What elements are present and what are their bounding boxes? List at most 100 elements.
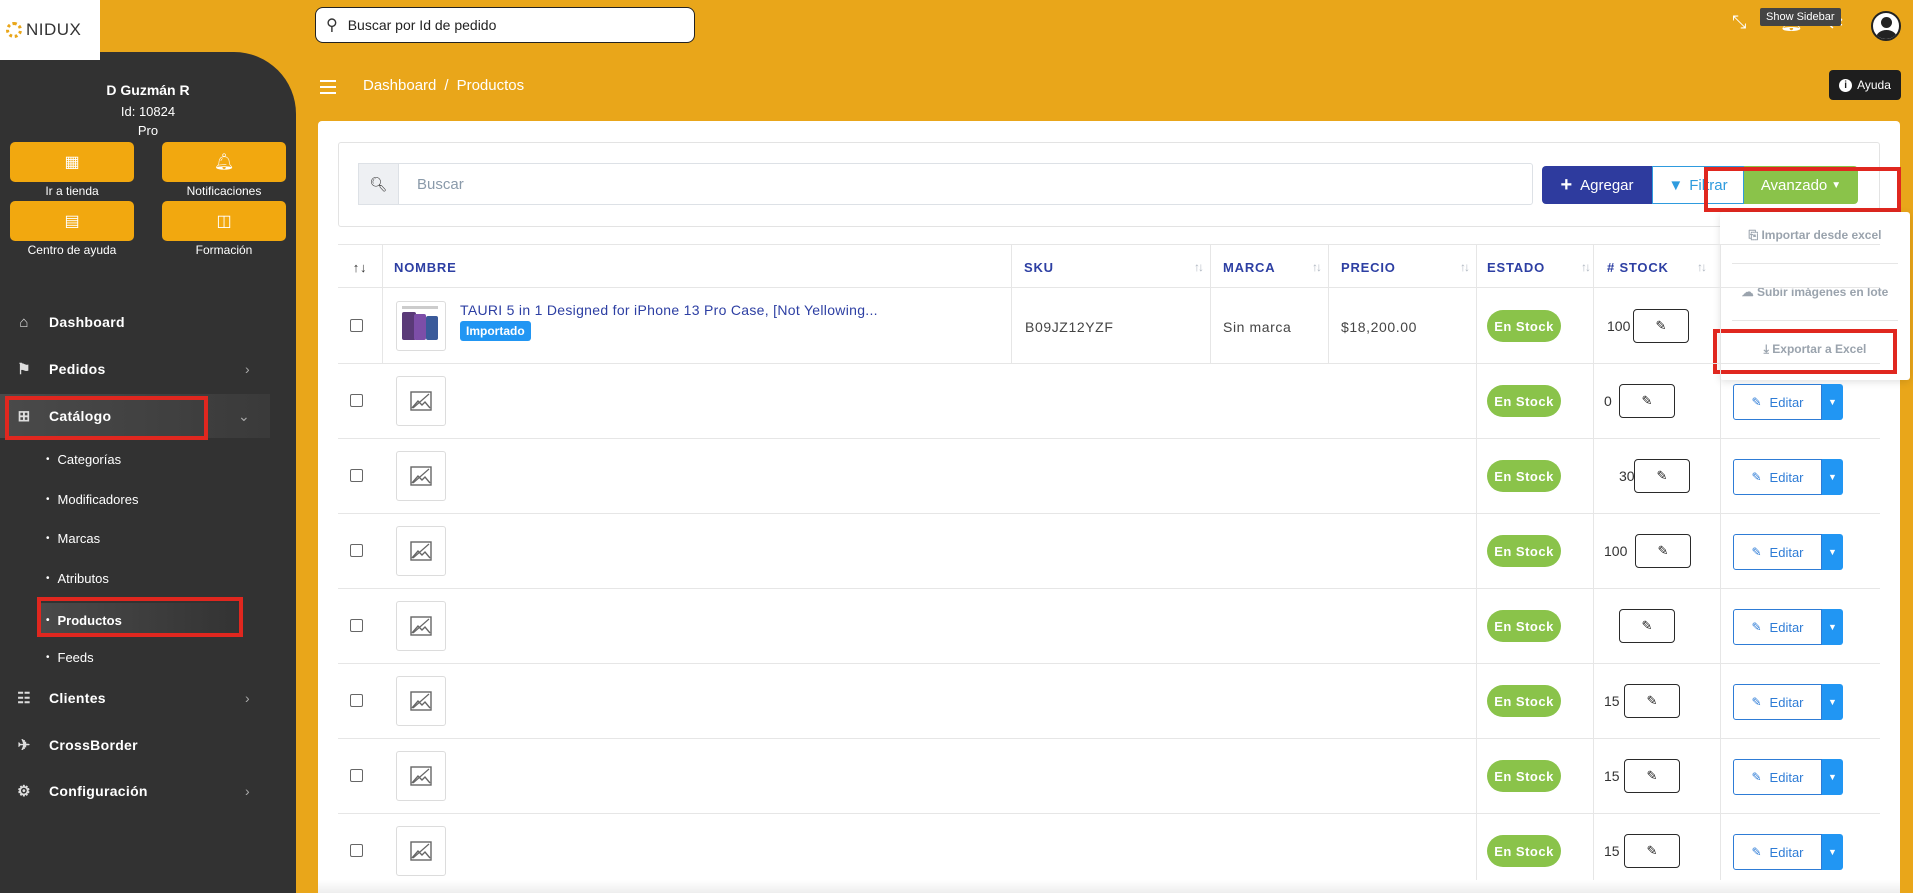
user-name: D Guzmán R — [106, 82, 190, 98]
breadcrumb-current: Productos — [456, 77, 525, 94]
stock-edit-button[interactable]: ✎ — [1633, 309, 1689, 343]
sort-icon: ↑↓ — [1581, 260, 1591, 274]
table-row: En Stock 0 ✎ ✎ Editar ▼ — [338, 364, 1880, 439]
pencil-icon: ✎ — [1656, 468, 1668, 483]
search-button[interactable]: 🔍︎ — [358, 163, 398, 205]
status-badge: En Stock — [1487, 535, 1561, 567]
nav-clientes[interactable]: ☷ Clientes › — [0, 676, 270, 720]
row-checkbox[interactable] — [350, 769, 363, 782]
status-badge: En Stock — [1487, 310, 1561, 342]
nav-configuracion[interactable]: ⚙ Configuración › — [0, 769, 270, 813]
nav-dashboard[interactable]: ⌂ Dashboard — [0, 300, 270, 344]
product-search-input[interactable]: Buscar — [398, 163, 1533, 205]
stock-edit-button[interactable]: ✎ — [1624, 684, 1680, 718]
edit-dropdown-toggle[interactable]: ▼ — [1822, 759, 1843, 795]
user-plan: Pro — [137, 123, 159, 138]
stock-edit-button[interactable]: ✎ — [1619, 384, 1675, 418]
nav-pedidos-label: Pedidos — [49, 361, 106, 377]
help-button[interactable]: i Ayuda — [1829, 70, 1901, 100]
header-price[interactable]: PRECIO ↑↓ — [1341, 245, 1476, 289]
order-search-placeholder: Buscar por Id de pedido — [347, 17, 497, 33]
row-checkbox[interactable] — [350, 694, 363, 707]
image-placeholder-icon — [410, 841, 432, 861]
filter-button[interactable]: ▼ Filtrar — [1652, 166, 1744, 204]
row-checkbox[interactable] — [350, 319, 363, 332]
sub-feeds[interactable]: • Feeds — [46, 644, 94, 670]
show-sidebar-tooltip: Show Sidebar — [1760, 8, 1841, 26]
sub-productos[interactable]: • Productos — [40, 603, 240, 637]
row-checkbox[interactable] — [350, 544, 363, 557]
header-status[interactable]: ESTADO ↑↓ — [1487, 245, 1597, 289]
advanced-button[interactable]: Avanzado ▼ — [1744, 166, 1858, 204]
image-placeholder-icon — [410, 766, 432, 786]
edit-button[interactable]: ✎ Editar — [1733, 684, 1822, 720]
row-checkbox[interactable] — [350, 469, 363, 482]
compress-icon[interactable]: ⤡ — [1732, 12, 1746, 33]
product-search-placeholder: Buscar — [417, 175, 464, 193]
avatar[interactable] — [1871, 11, 1901, 41]
pencil-icon: ✎ — [1751, 695, 1762, 709]
edit-button[interactable]: ✎ Editar — [1733, 609, 1822, 645]
edit-dropdown-toggle[interactable]: ▼ — [1822, 459, 1843, 495]
header-stock[interactable]: # STOCK ↑↓ — [1607, 245, 1713, 289]
edit-button[interactable]: ✎ Editar — [1733, 384, 1822, 420]
notifications-button[interactable]: 🔔︎ — [162, 142, 286, 182]
caret-down-icon: ▼ — [1828, 547, 1837, 557]
menu-toggle-icon[interactable] — [320, 80, 336, 98]
edit-dropdown-toggle[interactable]: ▼ — [1822, 834, 1843, 870]
edit-dropdown-toggle[interactable]: ▼ — [1822, 534, 1843, 570]
edit-button[interactable]: ✎ Editar — [1733, 534, 1822, 570]
store-label: Ir a tienda — [45, 184, 99, 198]
edit-button[interactable]: ✎ Editar — [1733, 759, 1822, 795]
book-icon: ▤ — [64, 213, 80, 230]
header-stock-label: # STOCK — [1607, 259, 1669, 275]
store-button[interactable]: ▦ — [10, 142, 134, 182]
sort-toggle[interactable]: ↑↓ — [338, 245, 382, 289]
caret-down-icon: ▼ — [1828, 397, 1837, 407]
imported-tag: Importado — [460, 321, 531, 341]
edit-label: Editar — [1769, 619, 1804, 635]
training-button[interactable]: ◫ — [162, 201, 286, 241]
caret-down-icon: ▼ — [1828, 772, 1837, 782]
sub-marcas[interactable]: • Marcas — [46, 525, 100, 551]
search-icon: ⚲ — [326, 17, 338, 34]
sub-categorias[interactable]: • Categorías — [46, 446, 121, 472]
edit-label: Editar — [1769, 844, 1804, 860]
home-icon: ⌂ — [19, 313, 29, 331]
help-center-button[interactable]: ▤ — [10, 201, 134, 241]
status-badge: En Stock — [1487, 835, 1561, 867]
nav-catalogo[interactable]: ⊞ Catálogo ⌄ — [0, 394, 270, 438]
row-checkbox[interactable] — [350, 394, 363, 407]
edit-dropdown-toggle[interactable]: ▼ — [1822, 684, 1843, 720]
row-checkbox[interactable] — [350, 619, 363, 632]
edit-label: Editar — [1769, 469, 1804, 485]
edit-dropdown-toggle[interactable]: ▼ — [1822, 609, 1843, 645]
product-name-link[interactable]: TAURI 5 in 1 Designed for iPhone 13 Pro … — [460, 302, 878, 318]
stock-value: 15 — [1604, 768, 1620, 784]
add-button[interactable]: + Agregar — [1542, 166, 1652, 204]
logo[interactable]: NIDUX — [0, 0, 100, 60]
sub-atributos[interactable]: • Atributos — [46, 565, 109, 591]
edit-dropdown-toggle[interactable]: ▼ — [1822, 384, 1843, 420]
stock-edit-button[interactable]: ✎ — [1634, 459, 1690, 493]
nav-crossborder[interactable]: ✈ CrossBorder — [0, 723, 270, 767]
header-name[interactable]: NOMBRE — [394, 245, 1014, 289]
sub-categorias-label: Categorías — [57, 451, 122, 467]
nav-pedidos[interactable]: ⚑ Pedidos › — [0, 347, 270, 391]
stock-edit-button[interactable]: ✎ — [1635, 534, 1691, 568]
header-brand[interactable]: MARCA ↑↓ — [1223, 245, 1328, 289]
import-excel-item[interactable]: ⎘ Importar desde excel — [1720, 228, 1910, 243]
sub-modificadores[interactable]: • Modificadores — [46, 486, 138, 512]
edit-button[interactable]: ✎ Editar — [1733, 834, 1822, 870]
order-search-input[interactable]: ⚲ Buscar por Id de pedido — [315, 7, 695, 43]
row-checkbox[interactable] — [350, 844, 363, 857]
sku-value: B09JZ12YZF — [1025, 319, 1114, 335]
edit-button[interactable]: ✎ Editar — [1733, 459, 1822, 495]
stock-edit-button[interactable]: ✎ — [1624, 834, 1680, 868]
header-sku[interactable]: SKU ↑↓ — [1024, 245, 1210, 289]
breadcrumb-dashboard[interactable]: Dashboard — [363, 77, 436, 94]
stock-edit-button[interactable]: ✎ — [1619, 609, 1675, 643]
advanced-label: Avanzado — [1760, 176, 1828, 194]
stock-edit-button[interactable]: ✎ — [1624, 759, 1680, 793]
chevron-down-icon: ⌄ — [237, 407, 250, 424]
